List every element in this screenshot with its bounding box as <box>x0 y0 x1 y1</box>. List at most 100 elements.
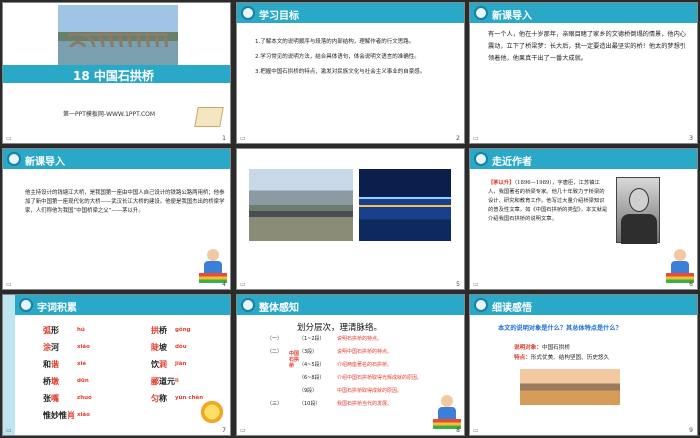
boy-reading-icon <box>199 249 227 283</box>
slide-heading: 新课导入 <box>492 11 532 22</box>
slide-footer-icon: ▭ <box>473 281 479 288</box>
answer-feature: 特点：形式优美、结构坚固、历史悠久 <box>514 355 610 361</box>
goal-item: 2.学习常见的说明方法，结合具体语句，体会说明文语言的准确性。 <box>255 54 420 60</box>
section-summary: 中国石拱桥取得成就的原因。 <box>337 388 403 394</box>
slide-number: 9 <box>689 427 693 434</box>
author-tag: 【茅以升】 <box>488 180 515 186</box>
paragraph-range: （10段） <box>299 401 321 407</box>
goal-item: 1.了解本文的说明顺序与段落的内部结构，理解作者的行文思路。 <box>255 39 415 45</box>
goal-list: 1.了解本文的说明顺序与段落的内部结构，理解作者的行文思路。 2.学习常见的说明… <box>255 39 455 84</box>
vocab-word: 拱桥 <box>151 326 167 335</box>
bridge-day-photo <box>249 169 353 241</box>
slide-thumb-3[interactable]: 新课导入 有一个人，他在十岁那年，亲眼目睹了家乡的文德桥倒塌的情景，他内心震动，… <box>469 2 698 144</box>
vocab-word: 陡坡 <box>151 343 167 352</box>
site-text: 第一PPT模板网-WWW.1PPT.COM <box>63 111 156 118</box>
section-number: （二） <box>267 349 283 355</box>
vocab-word: 饮涧 <box>151 360 167 369</box>
vocab-pinyin: xiáo <box>77 344 90 350</box>
header-icon <box>474 298 488 312</box>
vocab-pinyin: lì <box>175 378 179 384</box>
slide-footer-icon: ▭ <box>6 135 12 142</box>
slide-number: 7 <box>222 427 226 434</box>
slide-footer-icon: ▭ <box>6 281 12 288</box>
vertical-label: 中国石拱桥 <box>289 351 300 369</box>
vocab-word: 惟妙惟肖 <box>43 411 75 420</box>
vocab-word: 弧形 <box>43 326 59 335</box>
slide-header: 学习目标 <box>237 3 464 23</box>
vocab-word: 涂河 <box>43 343 59 352</box>
side-stripe <box>3 295 15 435</box>
boy-reading-icon <box>433 395 461 429</box>
vocab-pinyin: xié <box>77 361 87 367</box>
header-icon <box>241 6 255 20</box>
slide-number: 6 <box>689 281 693 288</box>
header-icon <box>474 6 488 20</box>
section-number: （一） <box>267 336 283 342</box>
slide-thumb-5[interactable]: ▭ 5 <box>236 148 465 290</box>
slide-heading: 整体感知 <box>259 303 299 314</box>
vocab-pinyin: dǒu <box>175 344 187 350</box>
slide-header: 细读感悟 <box>470 295 697 315</box>
vocab-word: 匀称 <box>151 394 167 403</box>
slide-number: 2 <box>456 135 460 142</box>
intro-paragraph: 他主持设计的钱塘江大桥，是我国第一座由中国人自己设计的铁路公路两用桥；他参加了新… <box>25 190 225 214</box>
slide-header: 走近作者 <box>470 149 697 169</box>
slide-thumb-9[interactable]: 细读感悟 本文的说明对象是什么？其总体特点是什么？ 说明对象：中国石拱桥 特点：… <box>469 294 698 436</box>
slide-thumb-8[interactable]: 整体感知 划分层次，理清脉络。 中国石拱桥 （一） （1~2段） 说明石拱桥的特点。… <box>236 294 465 436</box>
paragraph-range: （6~8段） <box>299 375 325 381</box>
paragraph-range: （4~5段） <box>299 362 325 368</box>
slide-number: 3 <box>689 135 693 142</box>
header-icon <box>19 298 33 312</box>
slide-thumb-7[interactable]: 字词积累 弧形 hú 涂河 xiáo 和谐 xié 桥墩 dūn 张嘴 zhuó 惟妙惟肖 xiào 拱… <box>2 294 231 436</box>
bridge-night-photo <box>359 169 451 241</box>
slide-title: 18 中国石拱桥 <box>73 69 154 83</box>
slide-thumb-6[interactable]: 走近作者 【茅以升】（1896—1989），字唐臣，江苏镇江人，我国著名的桥梁专… <box>469 148 698 290</box>
slide-header: 新课导入 <box>3 149 230 169</box>
slide-number: 4 <box>222 281 226 288</box>
section-summary: 说明中国石拱桥的特点。 <box>337 349 393 355</box>
slide-thumb-4[interactable]: 新课导入 他主持设计的钱塘江大桥，是我国第一座由中国人自己设计的铁路公路两用桥；… <box>2 148 231 290</box>
slide-number: 5 <box>456 281 460 288</box>
slide-heading: 细读感悟 <box>492 303 532 314</box>
paragraph-range: （1~2段） <box>299 336 325 342</box>
vocab-pinyin: zhuó <box>77 395 92 401</box>
structure-heading: 划分层次，理清脉络。 <box>297 323 383 333</box>
slide-footer-icon: ▭ <box>473 427 479 434</box>
boy-reading-icon <box>666 249 694 283</box>
vocab-word: 和谐 <box>43 360 59 369</box>
slide-heading: 字词积累 <box>37 303 77 314</box>
vocab-pinyin: xiào <box>77 412 90 418</box>
slide-footer-icon: ▭ <box>240 135 246 142</box>
slide-header: 整体感知 <box>237 295 464 315</box>
slide-thumb-1[interactable]: 18 中国石拱桥 第一PPT模板网-WWW.1PPT.COM ▭ 1 <box>2 2 231 144</box>
vocab-pinyin: dūn <box>77 378 89 384</box>
vocab-pinyin: jiàn <box>175 361 187 367</box>
slide-heading: 新课导入 <box>25 157 65 168</box>
slide-heading: 走近作者 <box>492 157 532 168</box>
section-summary: 介绍两座著名的石拱桥。 <box>337 362 393 368</box>
section-summary: 说明石拱桥的特点。 <box>337 336 383 342</box>
header-icon <box>474 152 488 166</box>
author-text: （1896—1989），字唐臣，江苏镇江人，我国著名的桥梁专家。他几十年致力于桥… <box>488 180 608 222</box>
author-paragraph: 【茅以升】（1896—1989），字唐臣，江苏镇江人，我国著名的桥梁专家。他几十… <box>488 179 608 224</box>
slide-thumb-2[interactable]: 学习目标 1.了解本文的说明顺序与段落的内部结构，理解作者的行文思路。 2.学习… <box>236 2 465 144</box>
slide-footer-icon: ▭ <box>473 135 479 142</box>
vocab-word: 郦道元 <box>151 377 175 386</box>
goal-item: 3.把握中国石拱桥的特点，激发对民族文化与社会主义事业的自豪感。 <box>255 69 426 75</box>
slide-heading: 学习目标 <box>259 11 299 22</box>
vocab-word: 桥墩 <box>43 377 59 386</box>
paragraph-range: （9段） <box>299 388 318 394</box>
slide-header: 字词积累 <box>15 295 230 315</box>
answer-object: 说明对象：中国石拱桥 <box>514 345 570 351</box>
vocab-pinyin: gǒng <box>175 327 191 333</box>
header-icon <box>241 298 255 312</box>
intro-paragraph: 有一个人，他在十岁那年，亲眼目睹了家乡的文德桥倒塌的情景，他内心震动，立下了桥梁… <box>488 31 686 62</box>
book-icon <box>194 107 224 127</box>
vocab-pinyin: hú <box>77 327 85 333</box>
vocab-word: 张嘴 <box>43 394 59 403</box>
slide-header: 新课导入 <box>470 3 697 23</box>
slide-footer-icon: ▭ <box>240 281 246 288</box>
slide-footer-icon: ▭ <box>6 427 12 434</box>
lightbulb-icon <box>199 399 225 425</box>
slide-number: 8 <box>456 427 460 434</box>
